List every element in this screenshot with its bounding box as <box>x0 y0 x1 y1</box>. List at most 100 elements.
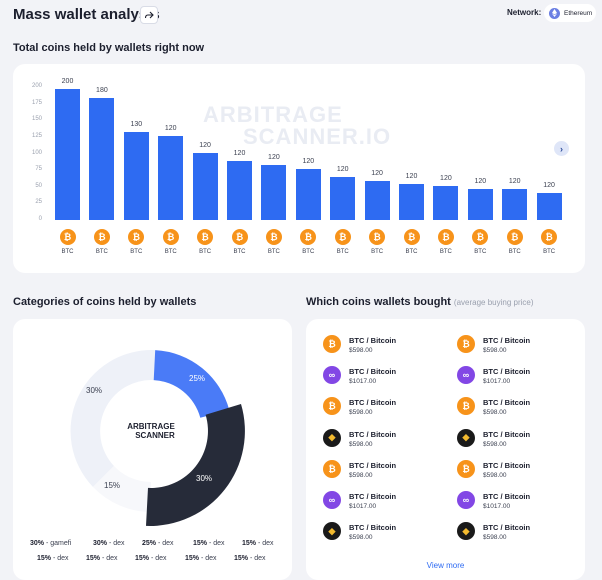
legend-item: 15% - dex <box>193 540 225 547</box>
bar[interactable] <box>536 192 562 220</box>
bnb-icon: ◆ <box>457 428 475 447</box>
x-tick-label: BTC <box>61 249 74 255</box>
watermark-line-2: SCANNER.IO <box>243 124 392 149</box>
share-button[interactable] <box>140 6 158 24</box>
y-tick-label: 25 <box>35 199 42 206</box>
bought-title: Which coins wallets bought (average buyi… <box>306 296 534 308</box>
bar[interactable] <box>123 131 149 220</box>
bought-row[interactable]: ₿ BTC / Bitcoin $598.00 <box>323 397 396 416</box>
y-tick-label: 175 <box>31 99 42 106</box>
bitcoin-icon: ₿ <box>128 229 145 245</box>
bought-row[interactable]: ∞ BTC / Bitcoin $1017.00 <box>457 366 530 385</box>
bought-row[interactable]: ₿ BTC / Bitcoin $598.00 <box>457 335 530 354</box>
scroll-right-button[interactable]: › <box>554 141 569 156</box>
bitcoin-icon: ₿ <box>437 229 454 245</box>
legend-item: 15% - dex <box>135 555 167 562</box>
bar[interactable] <box>227 160 252 220</box>
bitcoin-icon: ₿ <box>323 335 341 353</box>
bar[interactable] <box>399 184 424 220</box>
bnb-icon: ◆ <box>457 522 475 541</box>
bar[interactable] <box>55 88 80 220</box>
legend-name: - dex <box>248 555 266 562</box>
coin-name: BTC / Bitcoin <box>349 398 397 408</box>
coin-price: $598.00 <box>483 409 507 417</box>
polygon-icon: ∞ <box>323 366 341 385</box>
legend-item: 15% - dex <box>242 540 274 547</box>
x-tick-label: BTC <box>336 249 349 255</box>
bitcoin-icon: ₿ <box>231 229 248 245</box>
y-tick-label: 200 <box>31 83 42 89</box>
bought-row[interactable]: ◆ BTC / Bitcoin $598.00 <box>323 522 396 541</box>
bnb-icon: ◆ <box>323 428 341 447</box>
bar-value-label: 120 <box>164 125 177 133</box>
bitcoin-icon: ₿ <box>323 459 341 478</box>
watermark-line-1: ARBITRAGE <box>203 102 343 127</box>
x-tick-label: BTC <box>543 249 556 255</box>
total-coins-title: Total coins held by wallets right now <box>13 42 205 54</box>
view-more-link[interactable]: View more <box>306 561 585 570</box>
x-tick-label: BTC <box>267 249 280 255</box>
y-tick-label: 150 <box>31 116 42 123</box>
donut-label-30-right: 30% <box>196 474 213 483</box>
polygon-icon: ∞ <box>457 366 475 385</box>
bar[interactable] <box>295 168 321 220</box>
bar[interactable] <box>467 188 493 220</box>
bitcoin-icon: ₿ <box>59 229 76 245</box>
bitcoin-icon: ₿ <box>323 397 341 416</box>
bought-row[interactable]: ∞ BTC / Bitcoin $1017.00 <box>323 366 396 385</box>
legend-item: 15% - dex <box>37 555 69 562</box>
total-coins-card: ARBITRAGE SCANNER.IO 200 175 150 125 100 75 50… <box>13 64 585 273</box>
bought-row[interactable]: ₿ BTC / Bitcoin $598.00 <box>457 459 530 479</box>
coin-name: BTC / Bitcoin <box>349 492 397 501</box>
x-tick-label: BTC <box>474 249 487 255</box>
donut-label-30-left: 30% <box>86 386 103 395</box>
categories-title: Categories of coins held by wallets <box>13 296 197 308</box>
x-tick-label: BTC <box>508 249 521 255</box>
x-tick-label: BTC <box>95 249 108 255</box>
bar[interactable] <box>192 152 218 220</box>
bar[interactable] <box>89 98 115 220</box>
bnb-icon: ◆ <box>323 522 341 541</box>
bought-row[interactable]: ₿ BTC / Bitcoin $598.00 <box>323 459 396 479</box>
bar[interactable] <box>330 177 356 220</box>
page-title: Mass wallet analysis <box>13 6 160 23</box>
network-selector[interactable]: Ethereum <box>544 4 596 22</box>
bought-row[interactable]: ◆ BTC / Bitcoin $598.00 <box>457 522 530 541</box>
bar[interactable] <box>364 181 390 220</box>
bar-value-label: 120 <box>199 141 211 149</box>
bitcoin-icon: ₿ <box>472 229 489 245</box>
bar-value-label: 120 <box>405 173 418 181</box>
bought-row[interactable]: ◆ BTC / Bitcoin $598.00 <box>457 428 530 448</box>
bitcoin-icon: ₿ <box>334 229 351 245</box>
coin-price: $1017.00 <box>349 503 377 510</box>
bought-title-text: Which coins wallets bought <box>306 296 451 308</box>
bought-row[interactable]: ∞ BTC / Bitcoin $1017.00 <box>457 491 530 510</box>
bar-value-label: 120 <box>336 166 349 174</box>
center-logo-line-1: ARBITRAGE <box>127 422 175 431</box>
bought-row[interactable]: ₿ BTC / Bitcoin $598.00 <box>323 335 396 354</box>
bar-value-label: 130 <box>130 120 143 128</box>
legend-pct: 30% <box>30 540 45 547</box>
network-label: Network: <box>507 8 542 17</box>
share-icon <box>144 11 154 19</box>
bitcoin-icon: ₿ <box>265 229 282 245</box>
bought-row[interactable]: ₿ BTC / Bitcoin $598.00 <box>457 397 530 416</box>
bitcoin-icon: ₿ <box>162 229 179 245</box>
watermark: ARBITRAGE SCANNER.IO <box>203 104 423 148</box>
legend-pct: 15% <box>37 555 52 562</box>
bar[interactable] <box>502 189 528 220</box>
legend-name: - dex <box>107 540 125 547</box>
legend-pct: 15% <box>242 540 257 547</box>
bar[interactable] <box>158 136 184 220</box>
bought-row[interactable]: ◆ BTC / Bitcoin $598.00 <box>323 428 396 448</box>
x-tick-label: BTC <box>405 249 418 255</box>
bar[interactable] <box>261 164 287 220</box>
coin-price: $1017.00 <box>349 378 377 386</box>
bought-row[interactable]: ∞ BTC / Bitcoin $1017.00 <box>323 491 396 510</box>
coin-price: $598.00 <box>349 347 373 354</box>
bar[interactable] <box>433 186 459 220</box>
legend-pct: 15% <box>234 555 249 562</box>
bar-value-label: 120 <box>371 170 383 178</box>
bitcoin-icon: ₿ <box>457 459 475 478</box>
y-tick-label: 125 <box>31 132 42 139</box>
